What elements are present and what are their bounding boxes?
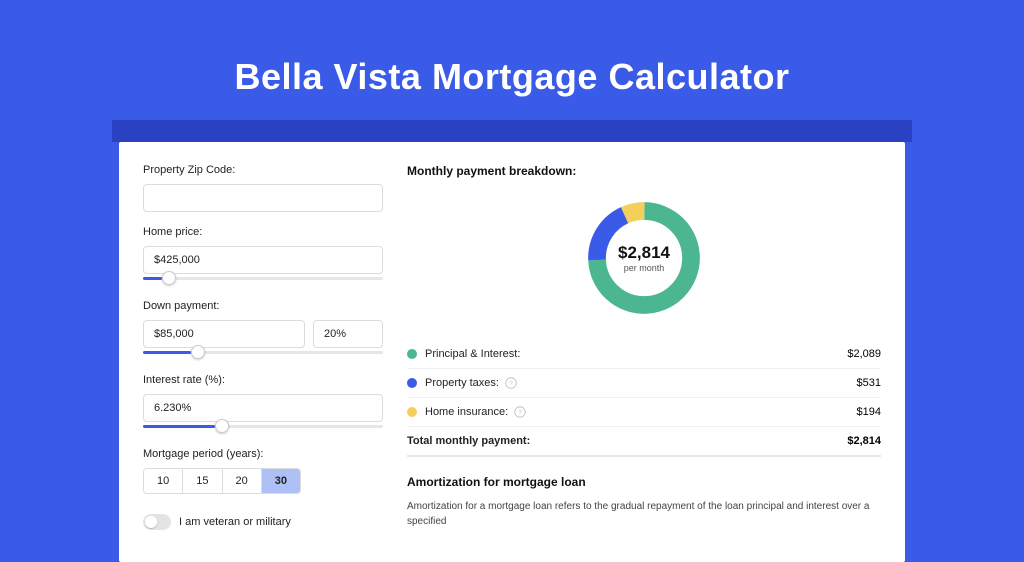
legend-label: Home insurance: (425, 406, 508, 418)
legend-label: Principal & Interest: (425, 348, 520, 360)
home-price-label: Home price: (143, 226, 383, 238)
interest-rate-input[interactable] (143, 394, 383, 422)
period-option-15[interactable]: 15 (183, 469, 222, 493)
card-shadow (112, 120, 912, 142)
interest-rate-slider[interactable] (143, 420, 383, 434)
page-title: Bella Vista Mortgage Calculator (0, 0, 1024, 98)
down-payment-input[interactable] (143, 320, 305, 348)
legend-total-label: Total monthly payment: (407, 435, 530, 447)
legend-swatch (407, 349, 417, 359)
legend-value: $531 (857, 377, 881, 389)
mortgage-period-group: 10 15 20 30 (143, 468, 301, 494)
amortization-body: Amortization for a mortgage loan refers … (407, 499, 881, 529)
legend-swatch (407, 407, 417, 417)
home-price-slider[interactable] (143, 272, 383, 286)
legend: Principal & Interest: $2,089 Property ta… (407, 340, 881, 457)
zip-label: Property Zip Code: (143, 164, 383, 176)
info-icon[interactable]: ? (514, 406, 526, 418)
amortization-title: Amortization for mortgage loan (407, 475, 881, 489)
legend-swatch (407, 378, 417, 388)
slider-knob[interactable] (215, 419, 229, 433)
amortization-section: Amortization for mortgage loan Amortizat… (407, 475, 881, 529)
breakdown-panel: Monthly payment breakdown: $2,814 per mo… (407, 164, 881, 562)
legend-label: Property taxes: (425, 377, 499, 389)
donut-chart: $2,814 per month (582, 196, 706, 320)
period-option-20[interactable]: 20 (223, 469, 262, 493)
info-icon[interactable]: ? (505, 377, 517, 389)
down-payment-pct-input[interactable] (313, 320, 383, 348)
interest-rate-label: Interest rate (%): (143, 374, 383, 386)
period-option-30[interactable]: 30 (262, 469, 300, 493)
down-payment-label: Down payment: (143, 300, 383, 312)
veteran-label: I am veteran or military (179, 516, 291, 528)
donut-center-label: per month (624, 263, 665, 273)
legend-value: $194 (857, 406, 881, 418)
legend-row-principal: Principal & Interest: $2,089 (407, 340, 881, 369)
mortgage-period-label: Mortgage period (years): (143, 448, 383, 460)
legend-total-value: $2,814 (847, 435, 881, 447)
down-payment-slider[interactable] (143, 346, 383, 360)
svg-text:?: ? (518, 409, 522, 416)
veteran-toggle[interactable] (143, 514, 171, 530)
svg-text:?: ? (509, 380, 513, 387)
legend-row-taxes: Property taxes: ? $531 (407, 369, 881, 398)
period-option-10[interactable]: 10 (144, 469, 183, 493)
legend-row-total: Total monthly payment: $2,814 (407, 427, 881, 457)
donut-center-amount: $2,814 (618, 243, 670, 263)
legend-row-insurance: Home insurance: ? $194 (407, 398, 881, 427)
legend-value: $2,089 (847, 348, 881, 360)
home-price-input[interactable] (143, 246, 383, 274)
zip-input[interactable] (143, 184, 383, 212)
calculator-card: Property Zip Code: Home price: Down paym… (119, 142, 905, 562)
slider-knob[interactable] (191, 345, 205, 359)
breakdown-title: Monthly payment breakdown: (407, 164, 881, 178)
slider-knob[interactable] (162, 271, 176, 285)
inputs-panel: Property Zip Code: Home price: Down paym… (143, 164, 383, 562)
